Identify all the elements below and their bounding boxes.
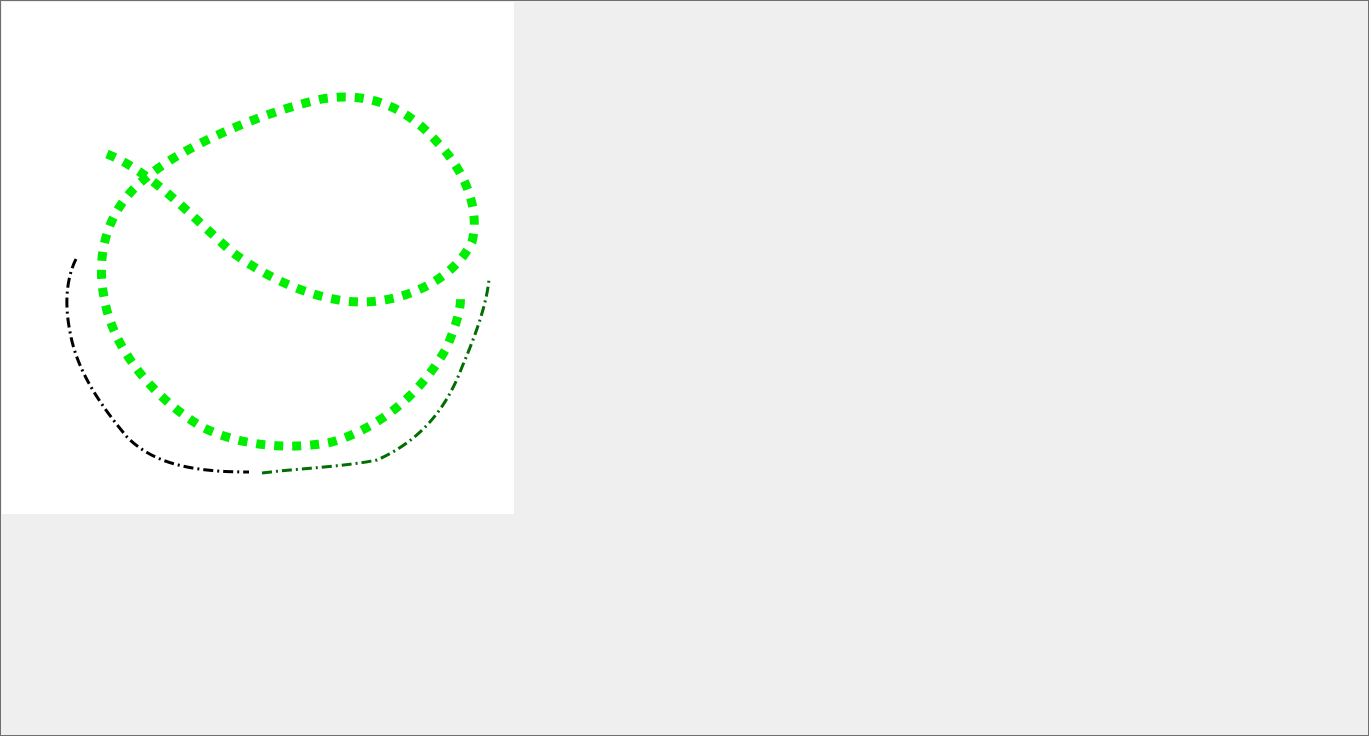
drawing-canvas[interactable] (2, 2, 514, 514)
stroke-curve-left (65, 258, 250, 474)
stroke-big-loop (96, 92, 479, 451)
app-window (0, 0, 1369, 736)
drawing-svg (65, 92, 491, 475)
